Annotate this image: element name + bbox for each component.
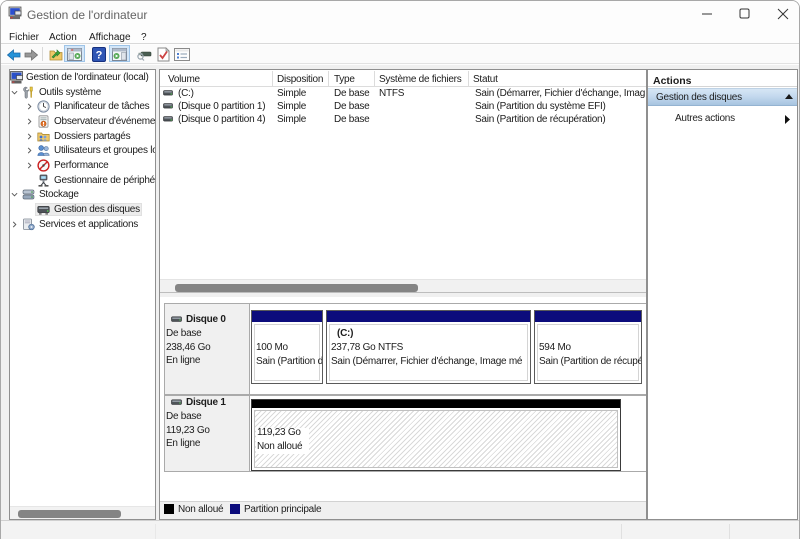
svg-text:?: ? xyxy=(96,50,103,62)
